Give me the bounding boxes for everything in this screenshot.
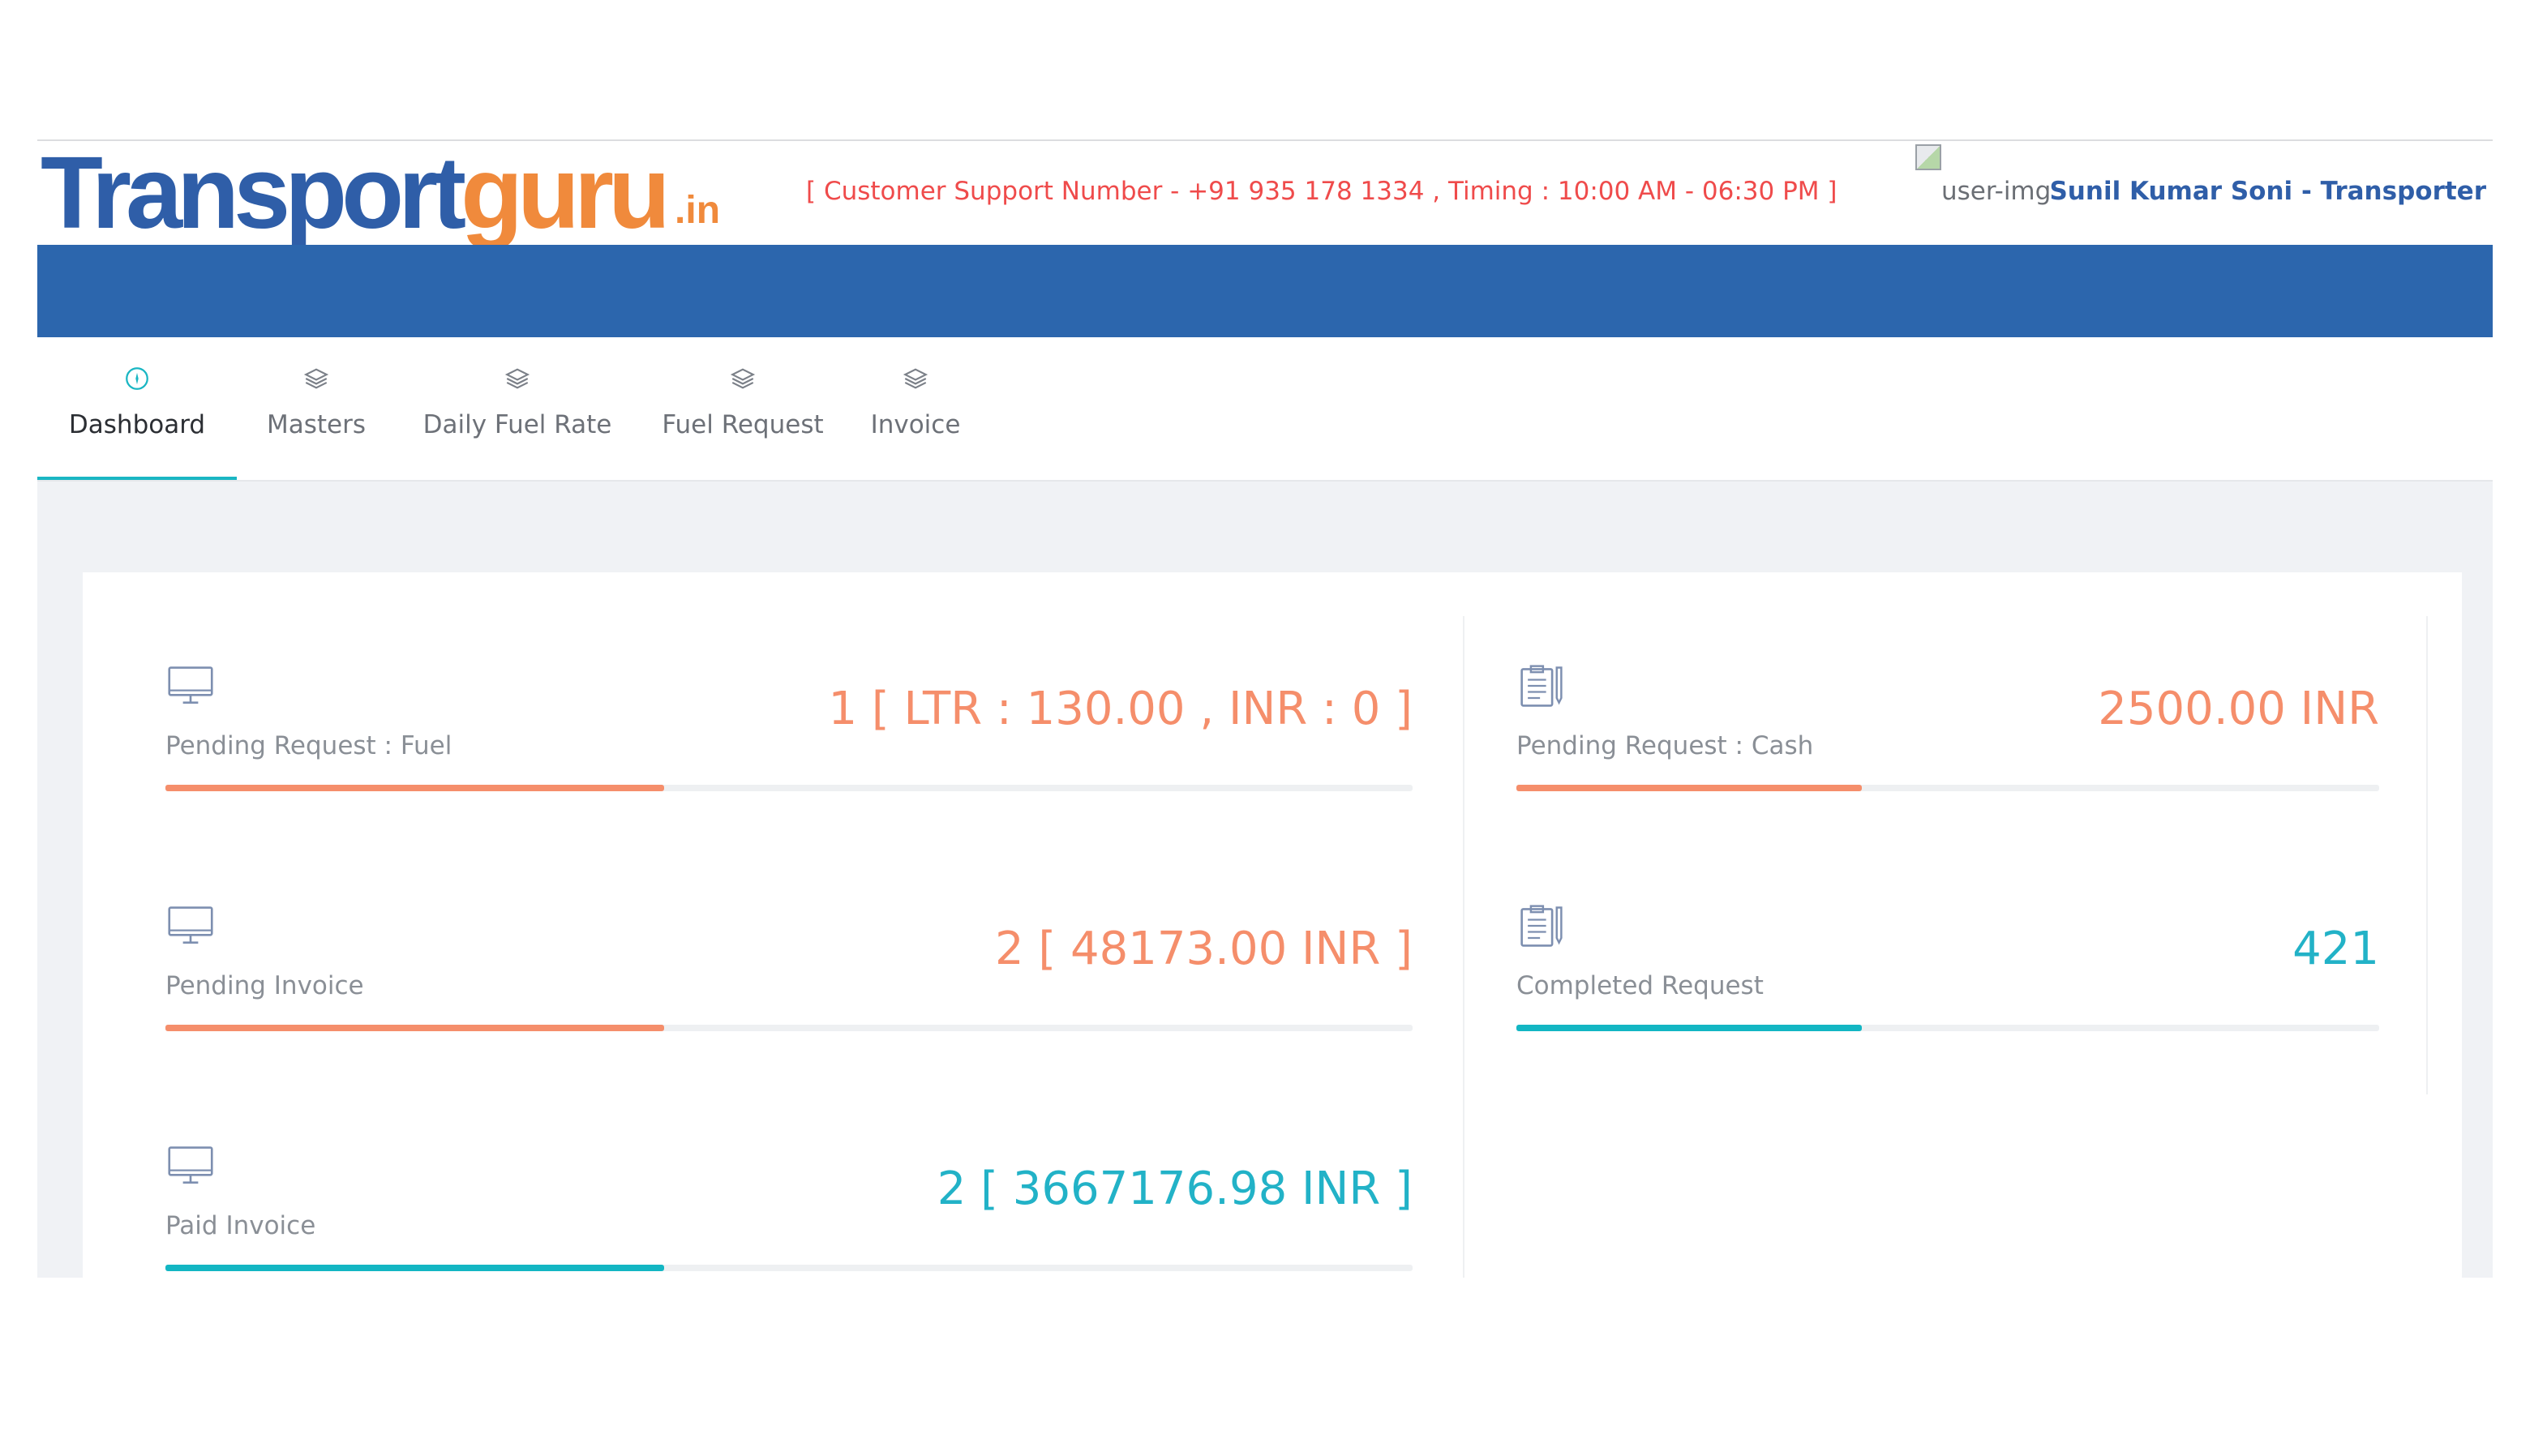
stat-label: Pending Invoice [165,971,364,1000]
stat-label: Completed Request [1516,971,1764,1000]
progress-fill [165,1025,665,1031]
layers-icon [504,368,530,389]
progress-fill [165,785,665,791]
monitor-icon [168,666,213,704]
stat-pending-invoice[interactable]: Pending Invoice 2 [ 48173.00 INR ] [165,901,1413,1041]
nav-item-invoice[interactable]: Invoice [863,337,968,480]
progress-fill [165,1265,665,1271]
stat-label: Pending Request : Cash [1516,731,1814,760]
nav-item-daily-fuel-rate[interactable]: Daily Fuel Rate [417,337,618,480]
layers-icon [303,368,329,389]
monitor-icon [168,906,213,944]
layers-icon [903,368,928,389]
column-divider [1463,616,1464,1278]
monitor-icon [168,1146,213,1184]
nav-item-masters[interactable]: Masters [266,337,367,480]
stat-label: Paid Invoice [165,1211,316,1240]
logo[interactable]: Transport guru .in [41,139,721,250]
clipboard-icon [1520,665,1563,707]
avatar[interactable]: user-img [1912,143,2051,216]
stat-completed-request[interactable]: Completed Request 421 [1516,901,2379,1041]
stat-pending-request-cash[interactable]: Pending Request : Cash 2500.00 INR [1516,662,2379,801]
nav-item-dashboard[interactable]: Dashboard [37,337,237,480]
app-window: Transport guru .in [ Customer Support Nu… [37,139,2493,1278]
progress-track [165,1265,1413,1271]
layers-icon [730,368,756,389]
progress-track [1516,785,2379,791]
column-divider-right [2426,616,2428,1094]
logo-text-guru: guru [461,139,671,250]
avatar-alt-text: user-img [1941,177,2052,206]
nav-item-label: Dashboard [68,410,206,439]
progress-fill [1516,1025,1862,1031]
customer-support-text: [ Customer Support Number - +91 935 178 … [806,177,1837,206]
progress-track [165,1025,1413,1031]
progress-track [1516,1025,2379,1031]
logo-text-in: .in [675,189,721,232]
clipboard-icon [1520,905,1563,947]
nav-item-label: Invoice [870,410,961,439]
stat-value: 2 [ 3667176.98 INR ] [937,1163,1413,1215]
stat-value: 2500.00 INR [2098,683,2379,735]
nav-item-fuel-request[interactable]: Fuel Request [654,337,832,480]
broken-image-icon [1915,144,1941,170]
stat-value: 2 [ 48173.00 INR ] [994,923,1413,975]
stat-value: 421 [2292,923,2379,975]
nav-item-label: Daily Fuel Rate [422,410,612,439]
top-blue-band [37,245,2493,337]
progress-fill [1516,785,1862,791]
stat-label: Pending Request : Fuel [165,731,452,760]
stat-value: 1 [ LTR : 130.00 , INR : 0 ] [828,683,1413,735]
progress-track [165,785,1413,791]
nav-item-label: Masters [266,410,367,439]
stat-pending-request-fuel[interactable]: Pending Request : Fuel 1 [ LTR : 130.00 … [165,662,1413,801]
logo-text-transport: Transport [41,139,466,250]
stat-paid-invoice[interactable]: Paid Invoice 2 [ 3667176.98 INR ] [165,1141,1413,1278]
nav-item-label: Fuel Request [662,410,824,439]
user-name[interactable]: Sunil Kumar Soni - Transporter [2049,173,2486,209]
header: Transport guru .in [ Customer Support Nu… [37,141,2493,245]
main-nav: Dashboard Masters Daily Fuel Rate Fuel R… [37,337,2493,482]
compass-icon [126,367,148,390]
